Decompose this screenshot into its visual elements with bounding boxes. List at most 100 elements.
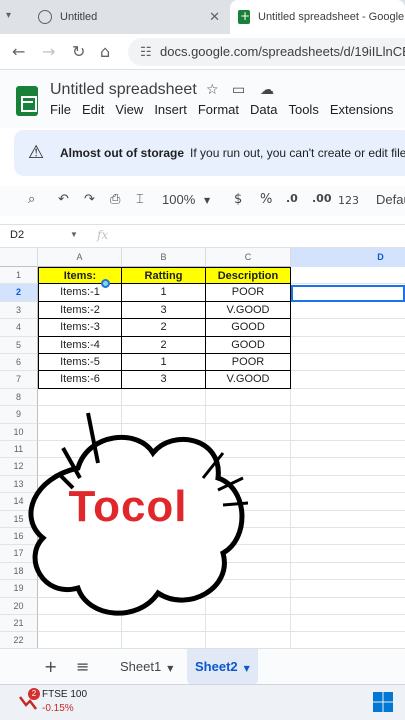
row-header[interactable]: 6 <box>0 354 38 372</box>
globe-icon <box>38 10 52 24</box>
sheets-header: Untitled spreadsheet ☆ ▭ ☁ File Edit Vie… <box>0 70 405 128</box>
decrease-decimal-button[interactable]: .0 <box>286 192 298 205</box>
banner-message: If you run out, you can't create or edit… <box>190 146 405 160</box>
browser-tab-untitled[interactable]: Untitled ✕ <box>26 0 226 34</box>
column-header-b[interactable]: B <box>122 248 206 267</box>
tab-title: Untitled <box>60 11 98 23</box>
redo-icon[interactable]: ↷ <box>84 192 95 207</box>
table-cell[interactable]: V.GOOD <box>206 301 291 320</box>
reload-icon[interactable]: ↻ <box>72 42 85 61</box>
table-cell[interactable]: GOOD <box>206 319 291 337</box>
menu-extensions[interactable]: Extensions <box>330 102 394 117</box>
table-cell[interactable]: Items:-6 <box>38 371 122 389</box>
row-header[interactable]: 7 <box>0 371 38 389</box>
row-header[interactable]: 22 <box>0 632 38 648</box>
currency-format-button[interactable]: $ <box>234 192 242 207</box>
table-cell[interactable]: POOR <box>206 354 291 372</box>
row-header[interactable]: 8 <box>0 388 38 407</box>
windows-start-icon[interactable] <box>372 691 394 713</box>
star-icon[interactable]: ☆ <box>206 82 219 98</box>
column-headers: A B C D <box>0 248 405 267</box>
table-cell[interactable]: 1 <box>122 354 206 372</box>
menu-file[interactable]: File <box>50 102 71 117</box>
table-cell[interactable]: 3 <box>122 371 206 389</box>
row-header[interactable]: 4 <box>0 319 38 337</box>
chevron-down-icon[interactable]: ▼ <box>70 230 78 239</box>
font-select[interactable]: Default <box>376 192 405 207</box>
stock-change: -0.15% <box>42 703 74 714</box>
formatting-toolbar: ⌕ ↶ ↷ ⎙ ⌶ 100% ▼ $ % .0 .00 123 Default <box>0 186 405 216</box>
table-cell[interactable]: 1 <box>122 284 206 302</box>
menu-data[interactable]: Data <box>250 102 277 117</box>
tab-search-chevron-icon[interactable]: ▾ <box>6 10 11 21</box>
table-cell[interactable]: V.GOOD <box>206 371 291 389</box>
notification-badge: 2 <box>28 688 40 700</box>
pointer-cursor-icon <box>101 279 110 288</box>
forward-arrow-icon[interactable]: → <box>42 42 55 61</box>
menu-insert[interactable]: Insert <box>154 102 187 117</box>
table-cell[interactable]: 2 <box>122 336 206 354</box>
sheet-tab-sheet1[interactable]: Sheet1 ▼ <box>112 649 181 685</box>
sheet-tab-label: Sheet2 <box>195 659 238 674</box>
column-header-a[interactable]: A <box>38 248 122 267</box>
move-folder-icon[interactable]: ▭ <box>232 82 245 98</box>
address-bar-row: ← → ↻ ⌂ docs.google.com/spreadsheets/d/1… <box>0 34 405 70</box>
column-header-d[interactable]: D <box>291 248 405 267</box>
banner-title: Almost out of storage <box>60 146 185 160</box>
cloud-status-icon[interactable]: ☁ <box>260 82 274 98</box>
table-cell[interactable]: 3 <box>122 301 206 320</box>
menu-view[interactable]: View <box>115 102 143 117</box>
browser-tab-spreadsheet[interactable]: Untitled spreadsheet - Google <box>230 0 405 34</box>
chevron-down-icon[interactable]: ▼ <box>204 196 210 205</box>
site-info-icon[interactable]: ☷ <box>140 44 152 60</box>
percent-format-button[interactable]: % <box>260 192 272 207</box>
formula-bar: D2 ▼ fx <box>0 224 405 248</box>
menu-tools[interactable]: Tools <box>288 102 318 117</box>
menu-format[interactable]: Format <box>198 102 239 117</box>
all-sheets-menu-button[interactable]: ≡ <box>76 657 89 676</box>
table-cell[interactable]: GOOD <box>206 336 291 354</box>
search-menus-icon[interactable]: ⌕ <box>28 192 35 207</box>
url-field[interactable]: docs.google.com/spreadsheets/d/19iILlnCB… <box>128 38 405 66</box>
table-header-cell[interactable]: Ratting <box>122 267 206 285</box>
column-header-c[interactable]: C <box>206 248 291 267</box>
gridline-row <box>38 405 405 407</box>
row-header[interactable]: 3 <box>0 301 38 320</box>
windows-taskbar: 2 FTSE 100 -0.15% <box>0 684 405 720</box>
stock-name[interactable]: FTSE 100 <box>42 689 87 700</box>
row-header[interactable]: 5 <box>0 336 38 354</box>
browser-tab-strip: ▾ Untitled ✕ Untitled spreadsheet - Goog… <box>0 0 405 34</box>
print-icon[interactable]: ⎙ <box>110 192 120 207</box>
row-header[interactable]: 1 <box>0 267 38 285</box>
table-cell[interactable]: Items:-1 <box>38 284 122 302</box>
menu-edit[interactable]: Edit <box>82 102 104 117</box>
number-format-button[interactable]: 123 <box>338 194 359 207</box>
select-all-corner[interactable] <box>0 248 38 267</box>
sheets-favicon-icon <box>238 9 250 24</box>
zoom-select[interactable]: 100% <box>162 192 195 207</box>
table-cell[interactable]: Items:-2 <box>38 301 122 320</box>
document-title[interactable]: Untitled spreadsheet <box>50 81 197 99</box>
undo-icon[interactable]: ↶ <box>58 192 69 207</box>
table-header-cell[interactable]: Description <box>206 267 291 285</box>
chevron-down-icon[interactable]: ▼ <box>167 664 173 673</box>
table-cell[interactable]: POOR <box>206 284 291 302</box>
row-header[interactable]: 2 <box>0 284 38 302</box>
fx-icon: fx <box>97 228 109 242</box>
sheets-logo-icon[interactable] <box>16 86 38 116</box>
name-box[interactable]: D2 <box>10 229 24 241</box>
back-arrow-icon[interactable]: ← <box>12 42 25 61</box>
table-cell[interactable]: 2 <box>122 319 206 337</box>
add-sheet-button[interactable]: + <box>44 657 57 676</box>
table-cell[interactable]: Items:-4 <box>38 336 122 354</box>
sheet-tab-sheet2[interactable]: Sheet2 ▼ <box>187 649 258 685</box>
close-tab-icon[interactable]: ✕ <box>209 9 220 25</box>
increase-decimal-button[interactable]: .00 <box>312 192 332 205</box>
chevron-down-icon[interactable]: ▼ <box>244 664 250 673</box>
active-cell-selection[interactable] <box>291 285 405 302</box>
table-cell[interactable]: Items:-3 <box>38 319 122 337</box>
paint-format-icon[interactable]: ⌶ <box>136 192 144 207</box>
home-icon[interactable]: ⌂ <box>100 42 110 61</box>
menu-bar: File Edit View Insert Format Data Tools … <box>50 102 393 117</box>
table-cell[interactable]: Items:-5 <box>38 354 122 372</box>
